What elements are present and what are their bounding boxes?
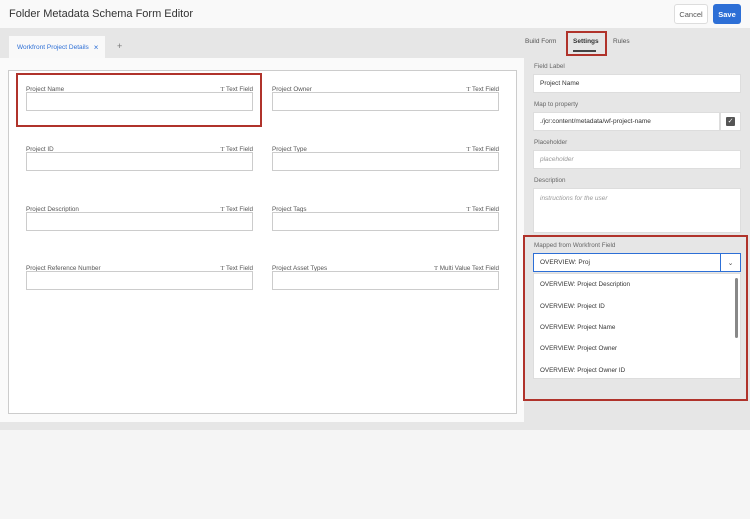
cancel-button[interactable]: Cancel bbox=[674, 4, 708, 24]
field-input-preview[interactable] bbox=[26, 211, 253, 231]
map-property-label: Map to property bbox=[534, 101, 579, 108]
map-property-input[interactable]: ./jcr:content/metadata/wf-project-name bbox=[533, 112, 720, 131]
field-label-label: Field Label bbox=[534, 63, 565, 70]
tab-workfront-project-details[interactable]: Workfront Project Details × bbox=[9, 36, 105, 58]
field-label-value: Project Name bbox=[540, 80, 580, 87]
placeholder-placeholder: placeholder bbox=[540, 156, 574, 163]
map-checkbox[interactable]: ✓ bbox=[720, 112, 741, 131]
tab-rules[interactable]: Rules bbox=[613, 38, 630, 45]
field-input-preview[interactable] bbox=[26, 151, 253, 171]
description-label: Description bbox=[534, 177, 566, 184]
save-button[interactable]: Save bbox=[713, 4, 741, 24]
field-input-preview[interactable] bbox=[272, 271, 499, 291]
description-input[interactable]: instructions for the user bbox=[533, 188, 741, 233]
close-icon[interactable]: × bbox=[94, 43, 99, 52]
highlight-box bbox=[523, 235, 748, 401]
field-label-input[interactable]: Project Name bbox=[533, 74, 741, 93]
placeholder-label: Placeholder bbox=[534, 139, 568, 146]
field-input-preview[interactable] bbox=[272, 92, 499, 111]
header: Folder Metadata Schema Form Editor Cance… bbox=[0, 0, 750, 28]
page-title: Folder Metadata Schema Form Editor bbox=[9, 8, 194, 20]
map-property-value: ./jcr:content/metadata/wf-project-name bbox=[540, 118, 651, 125]
placeholder-input[interactable]: placeholder bbox=[533, 150, 741, 169]
add-tab-button[interactable]: + bbox=[117, 41, 122, 51]
checkbox-icon: ✓ bbox=[726, 117, 735, 126]
field-input-preview[interactable] bbox=[272, 211, 499, 231]
field-input-preview[interactable] bbox=[26, 271, 253, 291]
highlight-box bbox=[566, 31, 607, 56]
tab-label: Workfront Project Details bbox=[17, 43, 89, 51]
field-input-preview[interactable] bbox=[272, 151, 499, 171]
tab-build-form[interactable]: Build Form bbox=[525, 38, 556, 45]
description-placeholder: instructions for the user bbox=[540, 195, 608, 202]
highlight-box bbox=[16, 73, 262, 127]
